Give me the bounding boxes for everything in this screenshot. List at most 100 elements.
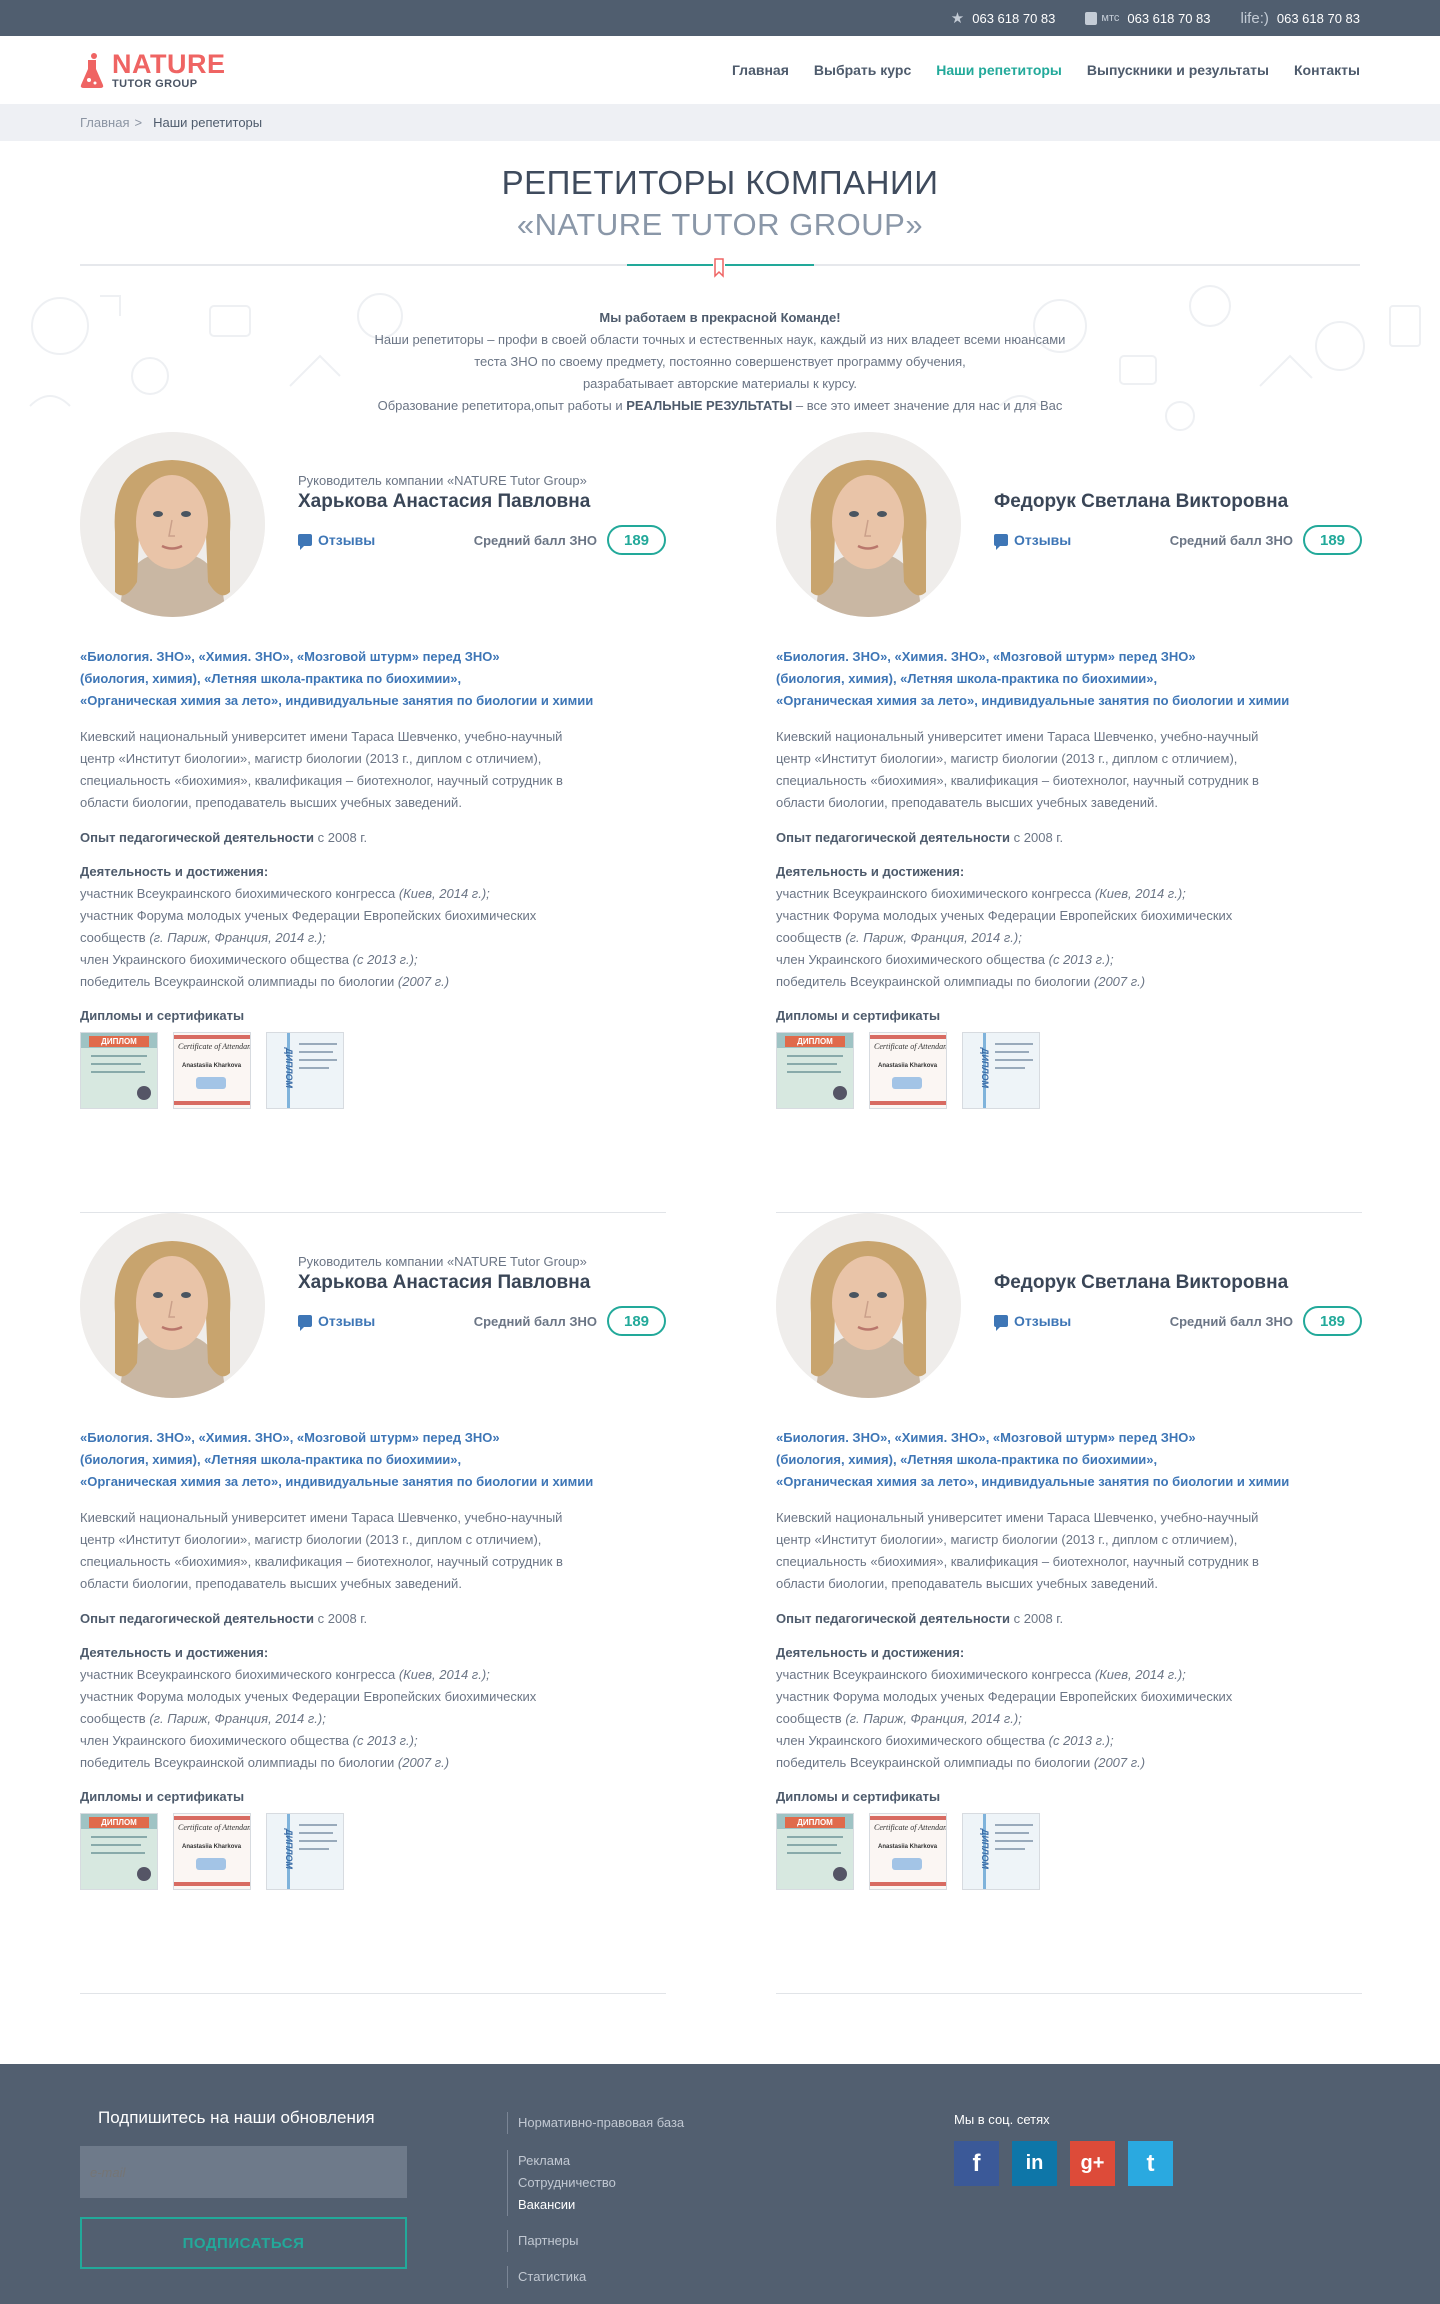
- nav-our-tutors[interactable]: Наши репетиторы: [936, 62, 1062, 78]
- edu-line: центр «Институт биологии», магистр биоло…: [80, 751, 542, 766]
- reviews-link[interactable]: Отзывы: [994, 532, 1071, 550]
- ach-item: победитель Всеукраинской олимпиады по би…: [776, 1752, 1362, 1774]
- nav-home[interactable]: Главная: [732, 62, 789, 78]
- courses-line[interactable]: «Биология. ЗНО», «Химия. ЗНО», «Мозговой…: [776, 646, 1362, 668]
- footer-link[interactable]: Статистика: [518, 2266, 684, 2288]
- tutor-role: [994, 473, 1362, 489]
- ach-title: Деятельность и достижения:: [80, 864, 269, 879]
- certificate-thumb[interactable]: ДИПЛОМ: [266, 1813, 344, 1890]
- certificate-thumb[interactable]: Certificate of Attendan Anastasiia Khark…: [173, 1032, 251, 1109]
- operator-label: life:): [1240, 9, 1269, 27]
- reviews-link[interactable]: Отзывы: [298, 1313, 376, 1331]
- phone-number[interactable]: 063 618 70 83: [972, 11, 1055, 26]
- mts-icon: мтс: [1085, 11, 1119, 25]
- cert-title: Certificate of Attendan: [874, 1823, 947, 1832]
- certificate-thumb[interactable]: ДИПЛОМ: [776, 1813, 854, 1890]
- footer-link[interactable]: Сотрудничество: [518, 2172, 684, 2194]
- reviews-link[interactable]: Отзывы: [994, 1313, 1071, 1331]
- intro-text: Мы работаем в прекрасной Команде! Наши р…: [0, 266, 1440, 417]
- ach-text: победитель Всеукраинской олимпиады по би…: [80, 1755, 398, 1770]
- certificate-thumb[interactable]: ДИПЛОМ: [962, 1032, 1040, 1109]
- courses-line[interactable]: «Биология. ЗНО», «Химия. ЗНО», «Мозговой…: [80, 646, 666, 668]
- breadcrumb-home[interactable]: Главная: [80, 115, 129, 130]
- ach-text: победитель Всеукраинской олимпиады по би…: [776, 1755, 1094, 1770]
- facebook-icon[interactable]: f: [954, 2141, 999, 2186]
- diplomas-heading: Дипломы и сертификаты: [80, 1789, 245, 1804]
- certificate-thumb[interactable]: Certificate of Attendan Anastasiia Khark…: [173, 1813, 251, 1890]
- flask-icon: [80, 53, 104, 88]
- courses-line[interactable]: (биология, химия), «Летняя школа-практик…: [80, 668, 666, 690]
- nav-graduates[interactable]: Выпускники и результаты: [1087, 62, 1269, 78]
- ach-item: сообществ (г. Париж, Франция, 2014 г.);: [80, 927, 666, 949]
- phone-1[interactable]: ★ 063 618 70 83: [951, 9, 1056, 27]
- tutor-name: Харькова Анастасия Павловна: [298, 1272, 591, 1293]
- reviews-label: Отзывы: [318, 1313, 376, 1329]
- certificate-thumb[interactable]: ДИПЛОМ: [962, 1813, 1040, 1890]
- edu-line: области биологии, преподаватель высших у…: [80, 1576, 462, 1591]
- cert-title: ДИПЛОМ: [980, 1828, 991, 1870]
- avatar[interactable]: [80, 1213, 265, 1398]
- avatar[interactable]: [776, 432, 961, 617]
- tutor-card: Руководитель компании «NATURE Tutor Grou…: [80, 432, 666, 1213]
- cert-title: ДИПЛОМ: [284, 1828, 295, 1870]
- logo[interactable]: NATURE TUTOR GROUP: [80, 50, 226, 90]
- edu-line: области биологии, преподаватель высших у…: [776, 795, 1158, 810]
- courses-line[interactable]: (биология, химия), «Летняя школа-практик…: [776, 668, 1362, 690]
- intro-section: Мы работаем в прекрасной Команде! Наши р…: [0, 266, 1440, 446]
- cert-title: Certificate of Attendan: [178, 1823, 251, 1832]
- subscribe-block: Подпишитесь на наши обновления ПОДПИСАТЬ…: [80, 2108, 407, 2269]
- certificate-thumb[interactable]: Certificate of Attendan Anastasiia Khark…: [869, 1032, 947, 1109]
- twitter-icon[interactable]: t: [1128, 2141, 1173, 2186]
- diplomas-heading: Дипломы и сертификаты: [776, 1008, 941, 1023]
- google-plus-icon[interactable]: g+: [1070, 2141, 1115, 2186]
- comment-icon: [298, 1315, 312, 1331]
- courses-line[interactable]: «Органическая химия за лето», индивидуал…: [80, 690, 666, 712]
- edu-line: Киевский национальный университет имени …: [776, 1510, 1259, 1525]
- certificate-thumb[interactable]: Certificate of Attendan Anastasiia Khark…: [869, 1813, 947, 1890]
- courses-line[interactable]: «Биология. ЗНО», «Химия. ЗНО», «Мозговой…: [80, 1427, 666, 1449]
- reviews-link[interactable]: Отзывы: [298, 532, 375, 550]
- courses-line[interactable]: «Органическая химия за лето», индивидуал…: [80, 1471, 666, 1493]
- score-badge: 189: [607, 1306, 666, 1336]
- footer-link[interactable]: Нормативно-правовая база: [518, 2112, 684, 2134]
- email-field[interactable]: [80, 2146, 407, 2198]
- avatar[interactable]: [80, 432, 265, 617]
- tutor-achievements: Деятельность и достижения: участник Всеу…: [80, 1642, 666, 1774]
- tutor-experience: Опыт педагогической деятельности с 2008 …: [80, 1611, 666, 1626]
- certificate-thumb[interactable]: ДИПЛОМ: [80, 1032, 158, 1109]
- nav-contacts[interactable]: Контакты: [1294, 62, 1360, 78]
- cert-title: ДИПЛОМ: [284, 1047, 295, 1089]
- ach-text: победитель Всеукраинской олимпиады по би…: [776, 974, 1094, 989]
- cert-title: ДИПЛОМ: [980, 1047, 991, 1089]
- courses-line[interactable]: «Органическая химия за лето», индивидуал…: [776, 690, 1362, 712]
- footer-link-group: Статистика: [507, 2266, 684, 2288]
- footer-link-group: Партнеры: [507, 2230, 684, 2252]
- certificate-thumb[interactable]: ДИПЛОМ: [266, 1032, 344, 1109]
- subscribe-button[interactable]: ПОДПИСАТЬСЯ: [80, 2217, 407, 2269]
- ach-note: (г. Париж, Франция, 2014 г.);: [149, 1711, 326, 1726]
- certificate-thumb[interactable]: ДИПЛОМ: [80, 1813, 158, 1890]
- tutor-education: Киевский национальный университет имени …: [776, 1507, 1362, 1595]
- footer-link[interactable]: Реклама: [518, 2150, 684, 2172]
- certificates: ДИПЛОМ Certificate of Attendan Anastasii…: [80, 1032, 666, 1109]
- score-block: Средний балл ЗНО 189: [1170, 1306, 1362, 1336]
- phone-2[interactable]: мтс 063 618 70 83: [1085, 11, 1211, 26]
- courses-line[interactable]: (биология, химия), «Летняя школа-практик…: [80, 1449, 666, 1471]
- exp-label: Опыт педагогической деятельности: [80, 830, 315, 845]
- phone-number[interactable]: 063 618 70 83: [1277, 11, 1360, 26]
- avatar[interactable]: [776, 1213, 961, 1398]
- tutor-photo: [776, 1213, 961, 1398]
- tutor-photo: [776, 432, 961, 617]
- courses-line[interactable]: (биология, химия), «Летняя школа-практик…: [776, 1449, 1362, 1471]
- tutor-experience: Опыт педагогической деятельности с 2008 …: [80, 830, 666, 845]
- linkedin-icon[interactable]: in: [1012, 2141, 1057, 2186]
- certificate-thumb[interactable]: ДИПЛОМ: [776, 1032, 854, 1109]
- courses-line[interactable]: «Органическая химия за лето», индивидуал…: [776, 1471, 1362, 1493]
- phone-number[interactable]: 063 618 70 83: [1127, 11, 1210, 26]
- footer-link[interactable]: Партнеры: [518, 2230, 684, 2252]
- courses-line[interactable]: «Биология. ЗНО», «Химия. ЗНО», «Мозговой…: [776, 1427, 1362, 1449]
- tutor-experience: Опыт педагогической деятельности с 2008 …: [776, 1611, 1362, 1626]
- footer-link[interactable]: Вакансии: [518, 2194, 684, 2216]
- phone-3[interactable]: life:) 063 618 70 83: [1241, 10, 1360, 27]
- nav-choose-course[interactable]: Выбрать курс: [814, 62, 911, 78]
